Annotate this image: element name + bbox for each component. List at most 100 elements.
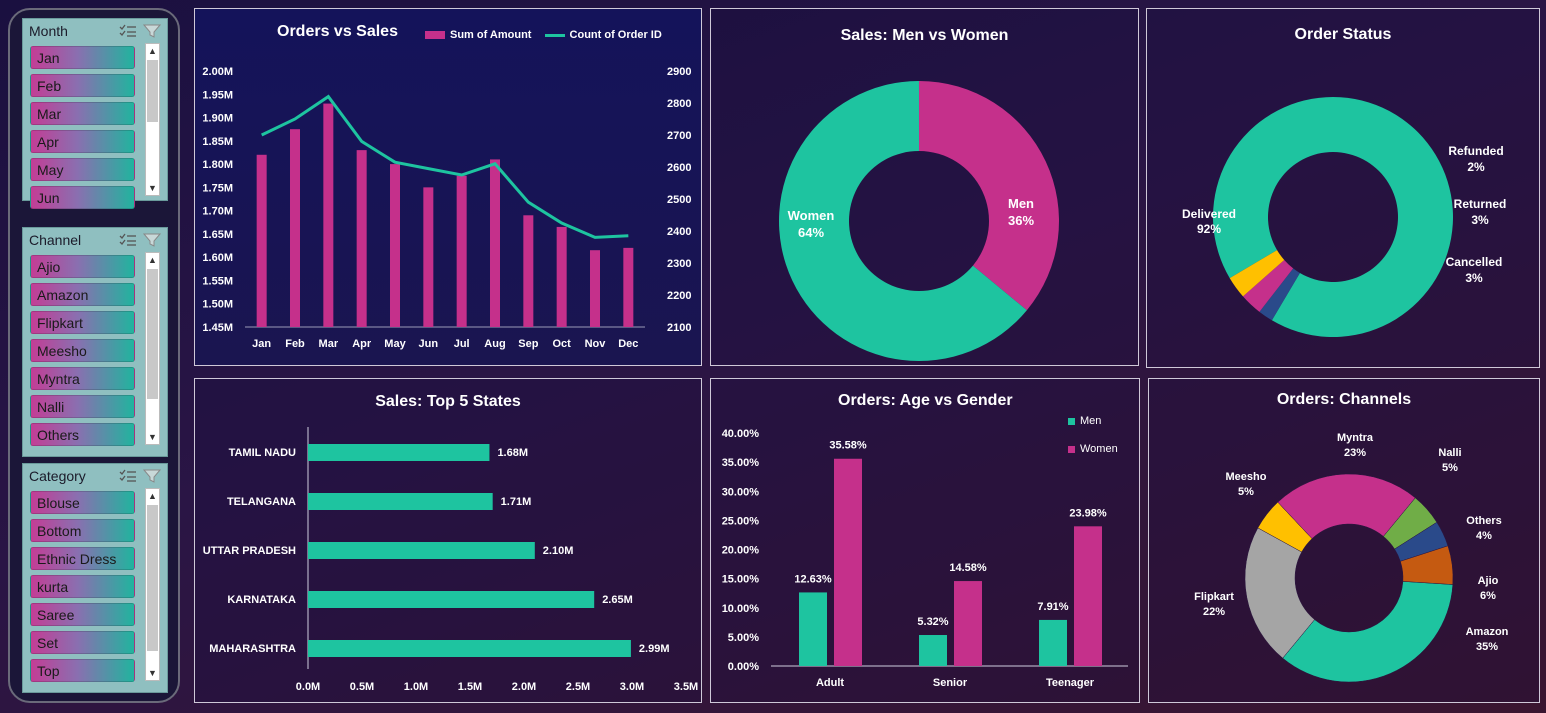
slicer-item-channel[interactable]: Meesho <box>30 339 135 362</box>
scroll-up-icon[interactable]: ▲ <box>146 489 159 503</box>
x-axis-tick: Jun <box>419 338 439 350</box>
label-men-pct: 36% <box>1008 213 1034 228</box>
y-axis-left-tick: 1.45M <box>202 322 233 334</box>
y-axis-left-tick: 1.70M <box>202 206 233 218</box>
women-value-label: 14.58% <box>949 562 987 574</box>
sales-bar <box>356 150 367 327</box>
slicer-item-channel[interactable]: Nalli <box>30 395 135 418</box>
label-myntra: Myntra <box>1337 432 1374 444</box>
men-vs-women-panel[interactable]: Sales: Men vs Women Men 36% Women 64% <box>710 8 1139 366</box>
x-axis-tick: Sep <box>518 338 538 350</box>
y-axis-tick: 10.00% <box>722 603 760 615</box>
channel-scrollbar[interactable]: ▲ ▼ <box>145 252 160 445</box>
x-axis-tick: 3.0M <box>620 681 644 693</box>
x-axis-tick: Jan <box>252 338 271 350</box>
y-axis-left-tick: 1.80M <box>202 159 233 171</box>
label-women-pct: 64% <box>798 225 824 240</box>
label-nalli-pct: 5% <box>1442 462 1458 474</box>
scroll-up-icon[interactable]: ▲ <box>146 253 159 267</box>
top-states-panel[interactable]: Sales: Top 5 States TAMIL NADU 1.68M TELAN… <box>194 378 702 703</box>
scroll-down-icon[interactable]: ▼ <box>146 181 159 195</box>
multi-select-icon[interactable] <box>119 23 137 39</box>
slicer-item-month[interactable]: Mar <box>30 102 135 125</box>
x-axis-tick: Feb <box>285 338 305 350</box>
y-axis-tick: 35.00% <box>722 457 760 469</box>
slicer-item-month[interactable]: Feb <box>30 74 135 97</box>
label-refunded: Refunded <box>1448 144 1503 158</box>
category-slicer: Category Blouse Bottom Ethnic Dress kurta Sa… <box>22 463 168 693</box>
slicer-item-category[interactable]: Set <box>30 631 135 654</box>
slicer-item-category[interactable]: Top <box>30 659 135 682</box>
slicer-item-category[interactable]: Blouse <box>30 491 135 514</box>
y-axis-left-tick: 1.95M <box>202 89 233 101</box>
slicer-item-category[interactable]: Bottom <box>30 519 135 542</box>
order-status-panel[interactable]: Order Status Delivered 92% Refunded 2% Retur… <box>1146 8 1540 368</box>
x-axis-tick: Apr <box>352 338 372 350</box>
sales-bar <box>623 247 634 327</box>
y-axis-tick: 30.00% <box>722 486 760 498</box>
slicer-item-channel[interactable]: Ajio <box>30 255 135 278</box>
clear-filter-icon[interactable] <box>143 468 161 484</box>
channel-slicer: Channel Ajio Amazon Flipkart Meesho Myntra Na… <box>22 227 168 457</box>
orders-count-line <box>261 94 629 239</box>
women-bar <box>834 458 862 666</box>
scroll-down-icon[interactable]: ▼ <box>146 430 159 444</box>
label-others: Others <box>1466 515 1501 527</box>
y-axis-right-tick: 2400 <box>667 226 691 238</box>
clear-filter-icon[interactable] <box>143 23 161 39</box>
scroll-thumb[interactable] <box>147 60 158 122</box>
label-cancelled: Cancelled <box>1446 255 1503 269</box>
slicer-item-month[interactable]: Jun <box>30 186 135 209</box>
month-scrollbar[interactable]: ▲ ▼ <box>145 43 160 196</box>
multi-select-icon[interactable] <box>119 232 137 248</box>
state-value-label: 2.99M <box>639 643 670 655</box>
y-axis-right-tick: 2800 <box>667 98 691 110</box>
slicer-item-month[interactable]: Jan <box>30 46 135 69</box>
scroll-up-icon[interactable]: ▲ <box>146 44 159 58</box>
state-bar <box>308 444 490 461</box>
slicer-item-channel[interactable]: Amazon <box>30 283 135 306</box>
channel-slicer-title: Channel <box>29 232 82 248</box>
x-axis-tick: Mar <box>319 338 339 350</box>
state-label: UTTAR PRADESH <box>203 545 296 557</box>
multi-select-icon[interactable] <box>119 468 137 484</box>
label-flipkart-pct: 22% <box>1203 606 1225 618</box>
slicer-item-category[interactable]: Ethnic Dress <box>30 547 135 570</box>
clear-filter-icon[interactable] <box>143 232 161 248</box>
slicer-item-category[interactable]: kurta <box>30 575 135 598</box>
label-amazon-pct: 35% <box>1476 641 1498 653</box>
label-flipkart: Flipkart <box>1194 591 1234 603</box>
age-gender-panel[interactable]: Orders: Age vs Gender Men Women 0.00% 5.0… <box>710 378 1140 703</box>
scroll-down-icon[interactable]: ▼ <box>146 666 159 680</box>
y-axis-left-tick: 1.60M <box>202 252 233 264</box>
state-bar <box>308 542 535 559</box>
label-returned-pct: 3% <box>1471 213 1489 227</box>
label-delivered-pct: 92% <box>1197 222 1221 236</box>
label-cancelled-pct: 3% <box>1465 271 1483 285</box>
month-slicer-header: Month <box>23 19 167 43</box>
sales-bar <box>556 226 567 327</box>
channels-panel[interactable]: Orders: Channels Myntra 23% Nalli 5% Others 4… <box>1148 378 1540 703</box>
slicer-item-month[interactable]: Apr <box>30 130 135 153</box>
slicer-item-category[interactable]: Saree <box>30 603 135 626</box>
category-scrollbar[interactable]: ▲ ▼ <box>145 488 160 681</box>
state-label: MAHARASHTRA <box>209 643 296 655</box>
label-myntra-pct: 23% <box>1344 447 1366 459</box>
scroll-thumb[interactable] <box>147 505 158 651</box>
scroll-thumb[interactable] <box>147 269 158 399</box>
slicer-item-channel[interactable]: Myntra <box>30 367 135 390</box>
slicer-item-channel[interactable]: Others <box>30 423 135 446</box>
men-value-label: 12.63% <box>794 573 832 585</box>
y-axis-tick: 5.00% <box>728 632 759 644</box>
x-axis-tick: Senior <box>933 677 968 689</box>
sales-bar <box>390 164 400 327</box>
state-bar <box>308 493 493 510</box>
slicer-item-channel[interactable]: Flipkart <box>30 311 135 334</box>
month-slicer: Month Jan Feb Mar Apr May Jun ▲ ▼ <box>22 18 168 209</box>
orders-vs-sales-panel[interactable]: Orders vs Sales Sum of Amount Count of O… <box>194 8 702 366</box>
y-axis-left-tick: 1.50M <box>202 299 233 311</box>
y-axis-right-tick: 2100 <box>667 322 691 334</box>
slicer-item-month[interactable]: May <box>30 158 135 181</box>
channels-donut: Myntra 23% Nalli 5% Others 4% Ajio 6% Amazon 35% F… <box>1194 432 1509 683</box>
donut-slice-amazon <box>1282 581 1454 683</box>
